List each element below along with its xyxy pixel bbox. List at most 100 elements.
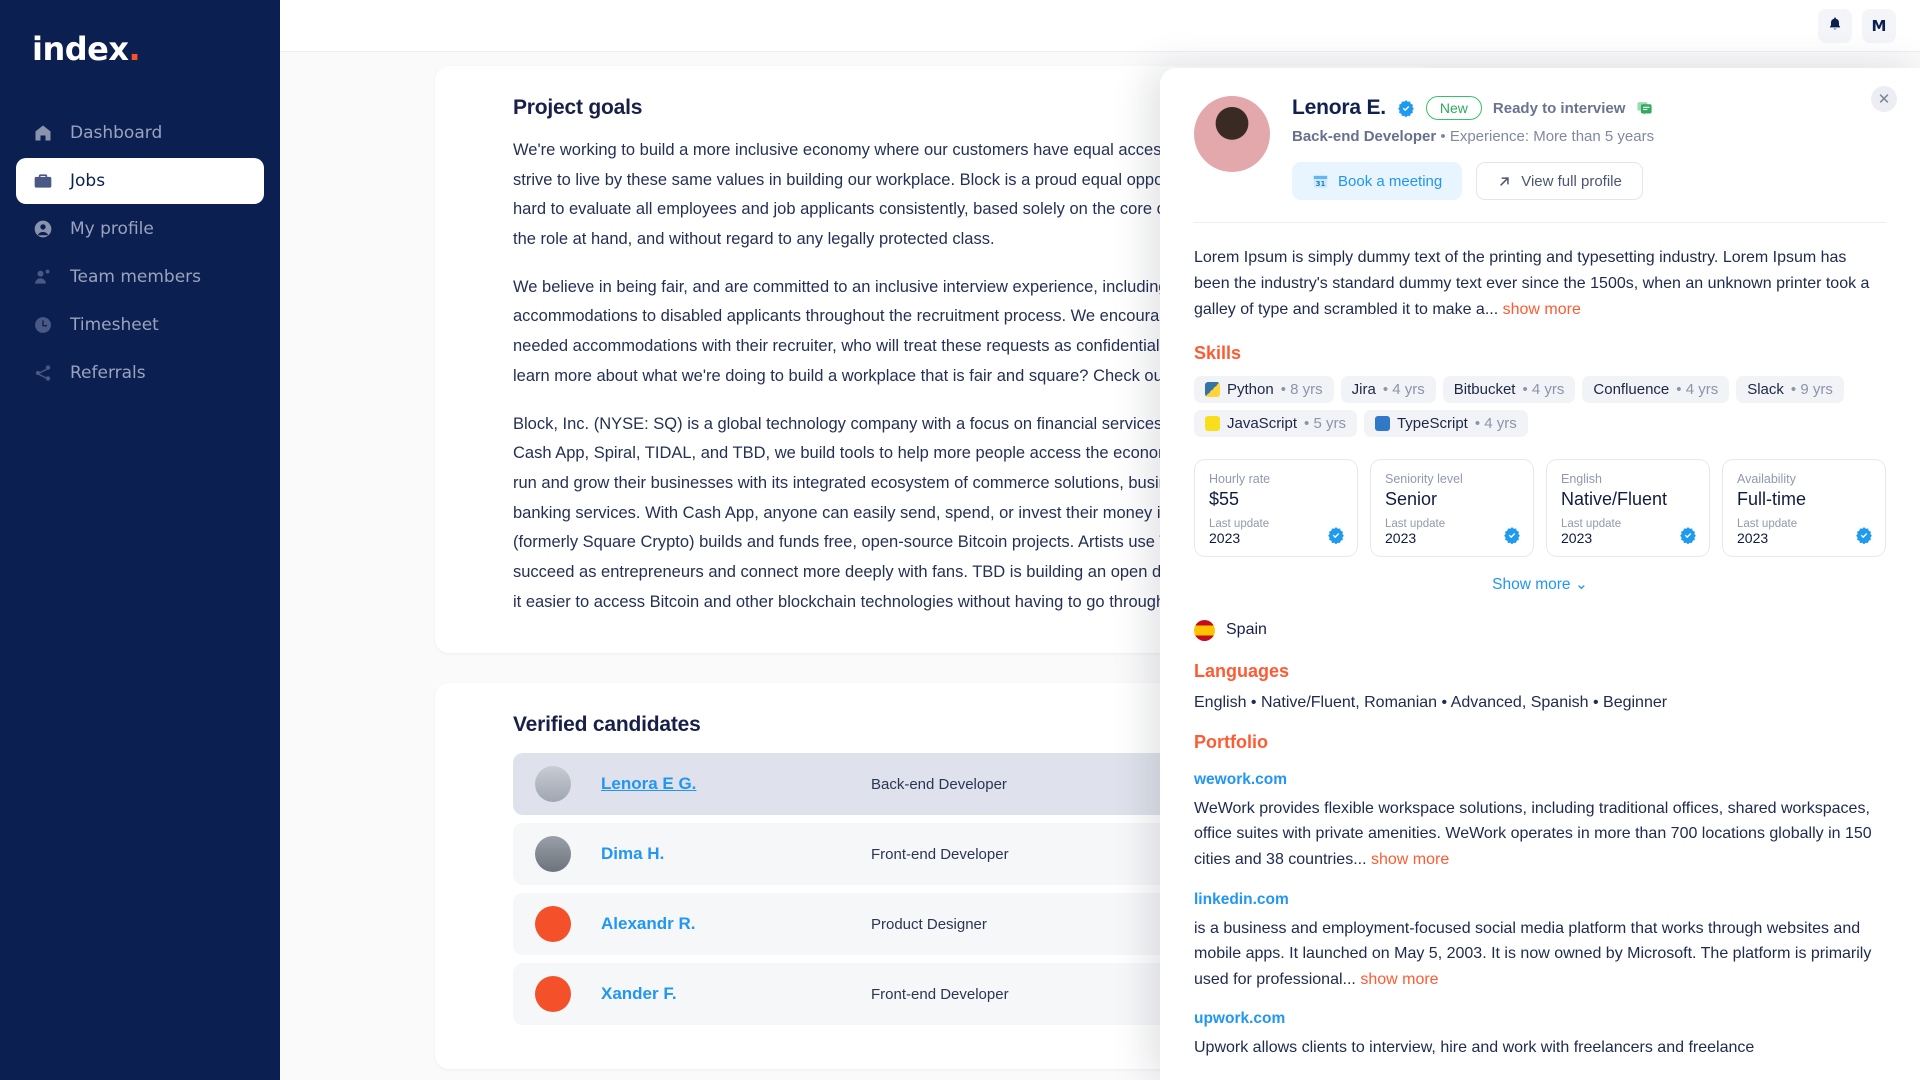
info-card-label: Availability [1737,471,1796,486]
avatar [535,976,571,1013]
sidebar-item-label: Dashboard [70,123,163,143]
sidebar-item-timesheet[interactable]: Timesheet [16,302,264,348]
candidate-bio: Lorem Ipsum is simply dummy text of the … [1194,245,1886,323]
skills-section-title: Skills [1194,342,1242,363]
info-card-value: $55 [1209,488,1240,509]
show-more-button[interactable]: Show more ⌄ [1194,575,1886,594]
sidebar-item-team-members[interactable]: Team members [16,254,264,300]
candidate-name[interactable]: Lenora E G. [601,774,841,794]
skill-chip[interactable]: Slack • 9 yrs [1736,375,1844,403]
last-update-label: Last update [1385,517,1446,530]
country-row: Spain [1194,619,1886,641]
candidate-role: Back-end Developer [871,775,1007,793]
sidebar-item-jobs[interactable]: Jobs [16,158,264,204]
sidebar: index. Dashboard Jobs My profile Team me… [0,0,280,1080]
candidate-role: Front-end Developer [871,985,1009,1003]
info-card-label: Hourly rate [1209,471,1271,486]
sidebar-item-dashboard[interactable]: Dashboard [16,110,264,156]
typescript-icon [1374,415,1390,431]
skill-chip[interactable]: TypeScript • 4 yrs [1363,409,1528,437]
skill-name: JavaScript [1227,414,1298,432]
last-update-year: 2023 [1385,529,1417,546]
skill-years: • 9 yrs [1790,380,1833,398]
verified-badge-icon [1397,99,1415,118]
portfolio-description: WeWork provides flexible workspace solut… [1194,796,1886,873]
status-badge: New [1425,96,1482,120]
info-card-label: English [1561,471,1602,486]
share-icon [32,362,54,384]
view-full-profile-button[interactable]: View full profile [1476,162,1643,200]
portfolio-show-more-link[interactable]: show more [1371,851,1449,868]
last-update-year: 2023 [1209,529,1241,546]
sidebar-item-my-profile[interactable]: My profile [16,206,264,252]
bio-show-more-link[interactable]: show more [1503,301,1581,318]
info-card-value: Senior [1385,488,1438,509]
portfolio-link[interactable]: upwork.com [1194,1010,1886,1028]
portfolio-description-text: Upwork allows clients to interview, hire… [1194,1039,1755,1057]
user-avatar-button[interactable]: M [1862,8,1896,43]
info-card-value: Full-time [1737,488,1807,509]
verified-badge-icon [1327,526,1345,545]
spain-flag-icon [1194,619,1215,641]
info-cards: Hourly rate $55 Last update 2023 Seniori… [1194,458,1886,557]
skill-chip[interactable]: Confluence • 4 yrs [1582,375,1730,403]
skill-chip[interactable]: JavaScript • 5 yrs [1194,409,1357,437]
arrow-up-right-icon [1497,174,1512,189]
chevron-down-icon: ⌄ [1574,575,1588,593]
candidate-name: Lenora E. [1292,96,1386,119]
book-a-meeting-button[interactable]: 31 Book a meeting [1292,162,1463,200]
last-update-year: 2023 [1561,529,1593,546]
bell-icon [1827,16,1843,36]
portfolio-show-more-link[interactable]: show more [1360,971,1438,988]
portfolio-link[interactable]: wework.com [1194,771,1886,789]
portfolio-description-text: WeWork provides flexible workspace solut… [1194,799,1872,868]
show-more-label: Show more [1492,575,1571,593]
main-area: M Project goals We're working to build a… [280,0,1920,1080]
sidebar-item-label: Jobs [70,171,106,191]
skill-chip[interactable]: Bitbucket • 4 yrs [1442,375,1576,403]
skill-name: Slack [1747,380,1784,398]
close-icon[interactable]: ✕ [1871,86,1897,112]
panel-body[interactable]: Lorem Ipsum is simply dummy text of the … [1160,245,1920,1061]
info-card-english: English Native/Fluent Last update 2023 [1546,458,1710,557]
sidebar-nav: Dashboard Jobs My profile Team members T… [0,110,280,396]
candidate-name[interactable]: Xander F. [601,984,841,1004]
portfolio-description-text: is a business and employment-focused soc… [1194,919,1872,988]
skills-list: Python • 8 yrs Jira • 4 yrs Bitbucket • … [1194,375,1886,437]
portfolio-section-title: Portfolio [1194,731,1268,752]
candidate-name[interactable]: Dima H. [601,844,841,864]
clock-icon [32,314,54,336]
verified-badge-icon [1503,526,1521,545]
languages-list: English • Native/Fluent, Romanian • Adva… [1194,693,1668,711]
skill-years: • 4 yrs [1676,380,1719,398]
users-icon [32,266,54,288]
verified-badge-icon [1679,526,1697,545]
brand-dot: . [128,30,141,68]
candidate-name[interactable]: Alexandr R. [601,914,841,934]
notifications-button[interactable] [1818,8,1852,43]
portfolio-link[interactable]: linkedin.com [1194,891,1886,909]
sidebar-item-referrals[interactable]: Referrals [16,350,264,396]
sidebar-item-label: Referrals [70,363,146,383]
skill-name: Confluence [1593,380,1670,398]
languages-section-title: Languages [1194,660,1290,681]
skill-name: TypeScript [1396,414,1468,432]
skill-name: Jira [1351,380,1376,398]
topbar: M [280,0,1920,52]
info-card-availability: Availability Full-time Last update 2023 [1722,458,1886,557]
last-update-label: Last update [1561,517,1622,530]
skill-chip[interactable]: Python • 8 yrs [1194,375,1334,403]
skill-chip[interactable]: Jira • 4 yrs [1340,375,1436,403]
portfolio-description: Upwork allows clients to interview, hire… [1194,1035,1886,1061]
candidate-detail-panel: ✕ Lenora E. New Ready to interview Back-… [1160,68,1920,1080]
panel-header: Lenora E. New Ready to interview Back-en… [1160,68,1920,223]
candidate-role: Back-end Developer [1292,128,1437,145]
last-update-label: Last update [1209,517,1270,530]
skill-name: Bitbucket [1453,380,1516,398]
sidebar-item-label: Team members [70,267,202,287]
calendar-icon: 31 [1312,173,1329,190]
svg-text:31: 31 [1316,178,1326,187]
brand-logo[interactable]: index. [0,0,280,86]
info-card-label: Seniority level [1385,471,1463,486]
sidebar-item-label: My profile [70,219,154,239]
